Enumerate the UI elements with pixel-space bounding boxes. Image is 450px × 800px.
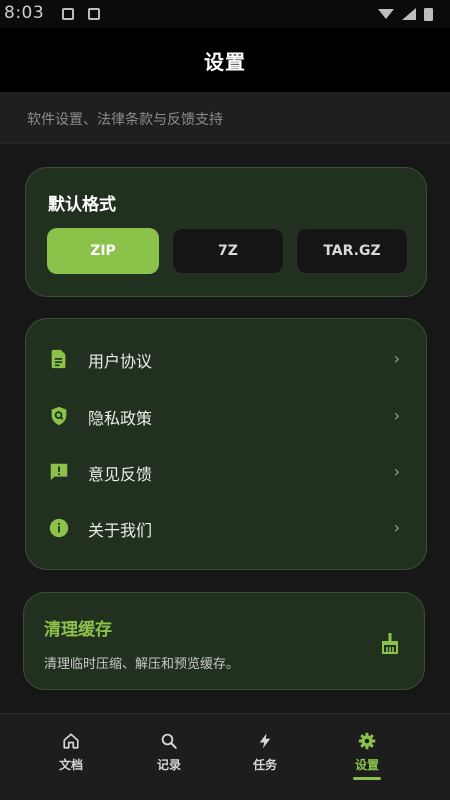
menu-item-label: 意见反馈	[88, 465, 153, 484]
notification-icon	[62, 8, 74, 20]
format-zip-button[interactable]: ZIP	[47, 228, 159, 274]
status-time: 8:03	[4, 3, 45, 23]
home-icon	[63, 733, 79, 749]
info-icon	[49, 518, 69, 538]
menu-item-label: 关于我们	[88, 521, 153, 540]
menu-item-feedback[interactable]: 意见反馈 ›	[26, 446, 426, 498]
default-format-card: 默认格式 ZIP 7Z TAR.GZ	[25, 167, 427, 297]
nav-label: 文档	[58, 758, 83, 772]
chevron-right-icon: ›	[393, 462, 400, 481]
chevron-right-icon: ›	[393, 349, 400, 368]
page-subtitle: 软件设置、法律条款与反馈支持	[27, 112, 223, 128]
format-7z-button[interactable]: 7Z	[172, 228, 284, 274]
feedback-icon	[50, 463, 68, 481]
nav-label: 记录	[156, 758, 181, 772]
format-targz-button[interactable]: TAR.GZ	[296, 228, 408, 274]
default-format-heading: 默认格式	[48, 195, 116, 215]
broom-icon	[382, 633, 398, 654]
notification-icon	[88, 8, 100, 20]
active-tab-indicator	[353, 777, 381, 780]
menu-item-user-agreement[interactable]: 用户协议 ›	[26, 333, 426, 385]
search-icon	[161, 733, 177, 749]
status-bar: 8:03	[0, 0, 450, 28]
gear-icon	[358, 732, 376, 750]
menu-item-label: 用户协议	[88, 352, 153, 371]
nav-settings[interactable]: 设置	[322, 732, 412, 788]
document-icon	[51, 349, 66, 369]
signal-battery-icon	[378, 8, 433, 21]
menu-item-privacy-policy[interactable]: 隐私政策 ›	[26, 390, 426, 442]
clear-cache-heading: 清理缓存	[44, 620, 112, 640]
page-title: 设置	[204, 49, 246, 74]
nav-documents[interactable]: 文档	[26, 732, 116, 788]
menu-card: 用户协议 › 隐私政策 › 意见反馈 › 关于我们 ›	[25, 318, 427, 570]
chevron-right-icon: ›	[393, 518, 400, 537]
nav-label: 设置	[354, 758, 379, 772]
nav-tasks[interactable]: 任务	[220, 732, 310, 788]
privacy-shield-icon	[51, 406, 67, 426]
bottom-navigation: 文档 记录 任务 设置	[0, 713, 450, 800]
nav-label: 任务	[252, 758, 277, 772]
menu-item-about-us[interactable]: 关于我们 ›	[26, 502, 426, 554]
clear-cache-description: 清理临时压缩、解压和预览缓存。	[44, 657, 240, 672]
chevron-right-icon: ›	[393, 406, 400, 425]
menu-item-label: 隐私政策	[88, 409, 153, 428]
nav-records[interactable]: 记录	[124, 732, 214, 788]
clear-cache-card[interactable]: 清理缓存 清理临时压缩、解压和预览缓存。	[23, 592, 425, 690]
bolt-icon	[259, 733, 271, 749]
app-bar: 设置	[0, 28, 450, 92]
subtitle-bar: 软件设置、法律条款与反馈支持	[0, 92, 450, 144]
